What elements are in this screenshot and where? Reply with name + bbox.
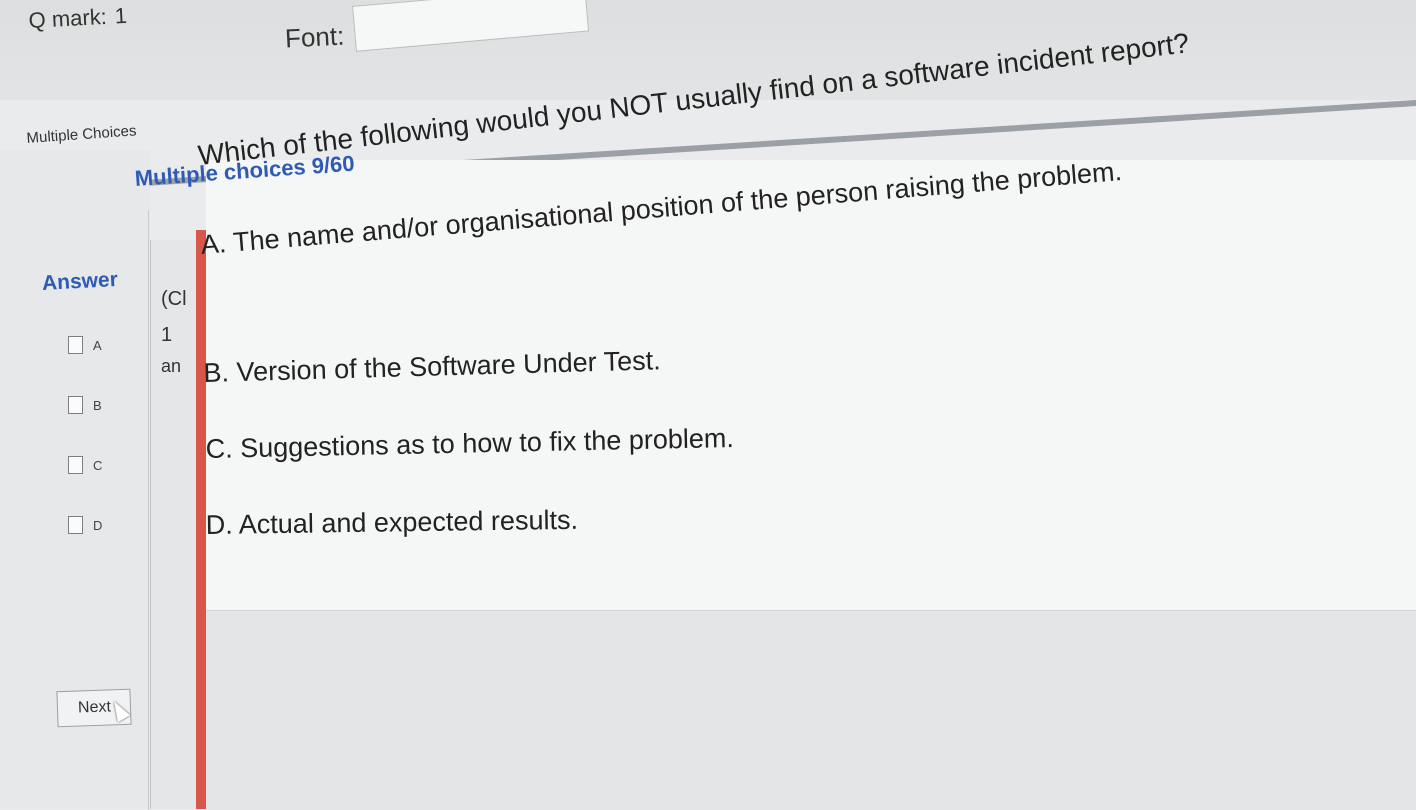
answer-option-a-label: A: [93, 337, 102, 353]
font-label: Font:: [284, 20, 345, 54]
question-mark-display: Q mark: 1: [28, 3, 128, 34]
clipped-text-line-2: 1: [161, 324, 173, 346]
answer-option-a[interactable]: A: [68, 336, 102, 354]
answer-option-b[interactable]: B: [68, 396, 102, 414]
question-option-d: D. Actual and expected results.: [205, 504, 579, 541]
chevron-down-icon[interactable]: ▼: [564, 0, 579, 2]
clipped-text-line-1: (Cl: [161, 288, 187, 310]
answer-option-b-label: B: [93, 397, 102, 413]
sidebar-divider: [148, 210, 149, 810]
answer-option-c[interactable]: C: [68, 456, 102, 474]
clipped-text-line-3: an: [161, 356, 182, 376]
tab-multiple-choices[interactable]: Multiple Choices: [26, 122, 137, 147]
qmark-label: Q mark:: [28, 3, 108, 33]
question-panel-footer: [206, 610, 1416, 810]
checkbox-d[interactable]: [68, 516, 83, 534]
checkbox-a[interactable]: [68, 336, 83, 354]
answer-option-d[interactable]: D: [68, 516, 102, 534]
checkbox-b[interactable]: [68, 396, 83, 414]
qmark-value: 1: [114, 2, 128, 29]
answer-label: Answer: [41, 268, 119, 295]
question-accent-bar: [196, 230, 206, 809]
checkbox-c[interactable]: [68, 456, 83, 474]
answer-option-d-label: D: [93, 517, 103, 533]
clipped-instructions-column: (Cl 1 an: [150, 240, 201, 809]
answer-option-c-label: C: [93, 457, 103, 473]
